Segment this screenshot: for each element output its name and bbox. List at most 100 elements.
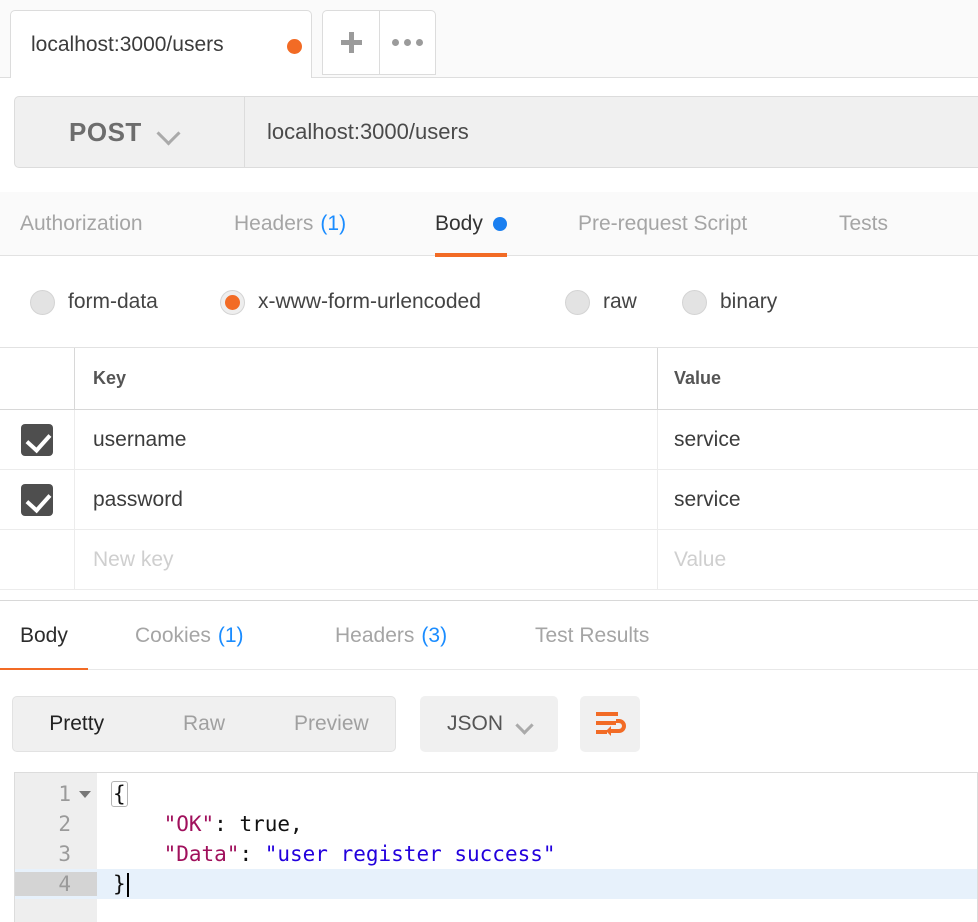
response-section-tabs: Body Cookies (1) Headers (3) Test Result…: [0, 600, 978, 672]
word-wrap-button[interactable]: [580, 696, 640, 752]
request-tab-localhost-users[interactable]: localhost:3000/users: [10, 10, 312, 78]
radio-icon: [682, 289, 707, 315]
new-value-input[interactable]: Value: [658, 530, 978, 589]
json-punct: :: [239, 842, 265, 866]
tab-options-button[interactable]: [379, 10, 436, 75]
line-number: 3: [58, 842, 71, 866]
tab-label: Headers: [335, 624, 415, 647]
response-body-editor[interactable]: 1 { 2 "OK": true, 3 "Data": "user regist…: [14, 772, 978, 922]
fold-triangle-icon[interactable]: [79, 791, 91, 798]
tab-count: (1): [320, 212, 347, 235]
row-value-input[interactable]: service: [658, 470, 978, 529]
request-section-tabs: Authorization Headers (1) Body Pre-reque…: [0, 192, 978, 257]
text-cursor: [126, 872, 129, 897]
request-tab-strip: localhost:3000/users: [0, 0, 978, 78]
tab-label: Tests: [839, 212, 889, 235]
method-label: POST: [69, 116, 142, 147]
unsaved-dot: [287, 39, 302, 54]
json-punct: }: [113, 871, 126, 896]
tab-label: Authorization: [20, 212, 143, 235]
checkbox-checked-icon[interactable]: [21, 483, 53, 516]
code-content: "OK": true,: [97, 812, 977, 836]
body-params-table: Key Value username service password serv…: [0, 347, 978, 595]
plus-icon: [340, 32, 362, 53]
chevron-down-icon: [156, 121, 181, 146]
tab-tests[interactable]: Tests: [839, 192, 888, 256]
view-mode-raw[interactable]: Raw: [140, 712, 267, 736]
code-content: {: [111, 781, 128, 807]
format-label: JSON: [446, 712, 503, 735]
tab-label: Body: [435, 212, 483, 235]
tab-body[interactable]: Body: [435, 192, 507, 257]
url-bar: POST localhost:3000/users: [14, 96, 978, 168]
table-row: password service: [0, 470, 978, 530]
radio-label: x-www-form-urlencoded: [258, 290, 481, 313]
view-mode-preview[interactable]: Preview: [268, 712, 395, 736]
row-checkbox-cell[interactable]: [0, 410, 75, 469]
code-line: 3 "Data": "user register success": [15, 839, 977, 869]
row-checkbox-cell[interactable]: [0, 470, 75, 529]
json-key: "OK": [163, 812, 215, 836]
radio-icon: [30, 289, 55, 315]
response-tab-headers[interactable]: Headers (3): [335, 601, 447, 671]
code-content: }: [97, 872, 977, 897]
tab-label: Cookies: [135, 624, 211, 647]
json-punct: :: [214, 812, 240, 836]
radio-label: binary: [720, 290, 778, 313]
tab-label: Body: [20, 624, 68, 647]
response-toolbar: Pretty Raw Preview JSON: [0, 670, 978, 770]
radio-label: raw: [603, 290, 637, 313]
row-value-input[interactable]: service: [658, 410, 978, 469]
response-tab-body[interactable]: Body: [0, 601, 88, 672]
tab-label: Test Results: [535, 624, 650, 647]
line-number: 2: [58, 812, 71, 836]
code-line: 2 "OK": true,: [15, 809, 977, 839]
radio-raw[interactable]: raw: [565, 277, 637, 327]
tab-headers[interactable]: Headers (1): [234, 192, 346, 256]
response-tab-cookies[interactable]: Cookies (1): [135, 601, 244, 671]
tab-count: (1): [217, 624, 244, 647]
header-checkbox-cell: [0, 348, 75, 409]
tab-authorization[interactable]: Authorization: [20, 192, 143, 256]
code-content: "Data": "user register success": [97, 842, 977, 866]
radio-x-www-form-urlencoded[interactable]: x-www-form-urlencoded: [220, 277, 481, 327]
row-key-input[interactable]: password: [75, 470, 658, 529]
word-wrap-icon: [596, 712, 626, 736]
response-format-dropdown[interactable]: JSON: [420, 696, 558, 752]
table-row-new: New key Value: [0, 530, 978, 590]
tab-count: (3): [421, 624, 448, 647]
ellipsis-icon: [392, 39, 423, 46]
radio-label: form-data: [68, 290, 158, 313]
view-mode-pretty[interactable]: Pretty: [13, 712, 140, 736]
new-key-input[interactable]: New key: [75, 530, 658, 589]
response-tab-test-results[interactable]: Test Results: [535, 601, 649, 671]
method-selector[interactable]: POST: [15, 97, 245, 167]
tab-pre-request-script[interactable]: Pre-request Script: [578, 192, 747, 256]
radio-form-data[interactable]: form-data: [30, 277, 158, 327]
tab-label: Headers: [234, 212, 314, 235]
header-key: Key: [75, 348, 658, 409]
code-line: 1 {: [15, 779, 977, 809]
table-header-row: Key Value: [0, 348, 978, 410]
json-punct: ,: [290, 812, 303, 836]
body-present-dot-icon: [492, 217, 507, 231]
row-checkbox-cell[interactable]: [0, 530, 75, 589]
checkbox-checked-icon[interactable]: [21, 423, 53, 456]
tab-label: Pre-request Script: [578, 212, 748, 235]
row-key-input[interactable]: username: [75, 410, 658, 469]
line-number: 4: [15, 872, 97, 896]
table-row: username service: [0, 410, 978, 470]
header-value: Value: [674, 368, 722, 388]
radio-icon-selected: [220, 289, 245, 315]
radio-binary[interactable]: binary: [682, 277, 777, 327]
url-input[interactable]: localhost:3000/users: [267, 119, 469, 145]
json-bool: true: [239, 812, 291, 836]
new-tab-button[interactable]: [322, 10, 379, 75]
chevron-down-icon: [515, 715, 534, 735]
json-string: "user register success": [264, 842, 556, 866]
code-line-active: 4 }: [15, 869, 977, 899]
request-tab-label: localhost:3000/users: [31, 32, 224, 56]
body-type-radio-group: form-data x-www-form-urlencoded raw bina…: [0, 257, 978, 347]
response-view-mode-group: Pretty Raw Preview: [12, 696, 396, 752]
radio-icon: [565, 289, 590, 315]
